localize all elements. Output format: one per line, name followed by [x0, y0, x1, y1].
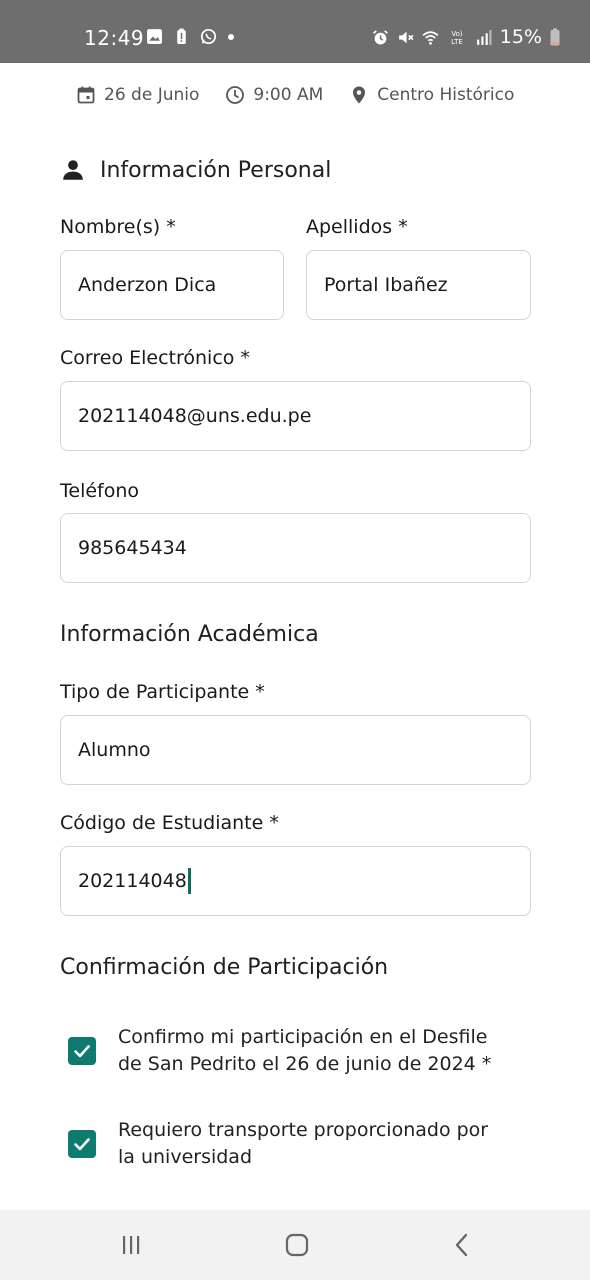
phone-label: Teléfono: [60, 480, 140, 502]
transport-request-checkbox[interactable]: [68, 1130, 96, 1158]
student-code-value: 202114048: [78, 870, 187, 892]
image-icon: [147, 29, 162, 44]
svg-text:LTE: LTE: [451, 38, 463, 46]
recent-apps-icon: [123, 1236, 140, 1254]
wifi-icon: [422, 30, 439, 45]
dot-icon: [228, 33, 234, 40]
whatsapp-icon: [200, 28, 217, 45]
personal-info-header: Información Personal: [60, 157, 331, 183]
first-name-value: Anderzon Dica: [78, 274, 217, 296]
participant-type-value: Alumno: [78, 739, 151, 761]
first-name-label: Nombre(s) *: [60, 216, 176, 238]
battery-alert-icon: [177, 28, 186, 44]
transport-request-row[interactable]: Requiero transporte proporcionado por la…: [68, 1117, 538, 1171]
home-button[interactable]: [280, 1230, 314, 1260]
status-notification-icons: [146, 28, 235, 45]
participant-type-label: Tipo de Participante *: [60, 681, 265, 703]
transport-request-label: Requiero transporte proporcionado por la…: [118, 1117, 488, 1171]
event-date: 26 de Junio: [76, 85, 199, 105]
home-icon: [285, 1233, 309, 1257]
event-time: 9:00 AM: [225, 85, 323, 105]
phone-input[interactable]: 985645434: [60, 513, 531, 583]
back-button[interactable]: [445, 1230, 479, 1260]
confirm-participation-line1: Confirmo mi participación en el Desfile: [118, 1026, 488, 1048]
personal-info-title: Información Personal: [100, 157, 332, 183]
phone-value: 985645434: [78, 537, 187, 559]
academic-info-title: Información Académica: [60, 622, 319, 647]
email-value: 202114048@uns.edu.pe: [78, 405, 312, 427]
system-nav-bar: [0, 1210, 590, 1280]
last-name-input[interactable]: Portal Ibañez: [306, 250, 531, 320]
back-icon: [455, 1233, 468, 1257]
volte-icon: Vo)LTE: [451, 30, 463, 46]
text-cursor: [187, 868, 191, 894]
checkmark-icon: [74, 1045, 90, 1058]
student-code-label: Código de Estudiante *: [60, 812, 279, 834]
participant-type-select[interactable]: Alumno: [60, 715, 531, 785]
svg-text:Vo): Vo): [451, 30, 463, 38]
clock-icon: [226, 86, 245, 104]
email-label: Correo Electrónico *: [60, 347, 250, 369]
first-name-input[interactable]: Anderzon Dica: [60, 250, 284, 320]
confirm-participation-label: Confirmo mi participación en el Desfile …: [118, 1024, 491, 1078]
event-meta-row: 26 de Junio 9:00 AM Centro Histórico: [76, 80, 550, 110]
mute-icon: [398, 31, 414, 43]
checkmark-icon: [74, 1138, 90, 1151]
last-name-value: Portal Ibañez: [324, 274, 448, 296]
event-location-label: Centro Histórico: [377, 85, 515, 105]
event-location: Centro Histórico: [349, 85, 514, 105]
signal-icon: [476, 29, 492, 45]
battery-icon: [550, 28, 560, 46]
event-date-label: 26 de Junio: [104, 85, 200, 105]
recent-apps-button[interactable]: [114, 1230, 148, 1260]
status-bar: 12:49 Vo) LTE 15%: [0, 0, 590, 63]
confirmation-title: Confirmación de Participación: [60, 955, 389, 980]
transport-request-line2: la universidad: [118, 1146, 253, 1168]
location-pin-icon: [353, 86, 366, 104]
event-time-label: 9:00 AM: [253, 85, 324, 105]
alarm-icon: [372, 29, 388, 44]
confirm-participation-checkbox[interactable]: [68, 1037, 96, 1065]
last-name-label: Apellidos *: [306, 216, 408, 238]
calendar-icon: [77, 86, 95, 104]
confirm-participation-line2: de San Pedrito el 26 de junio de 2024 *: [118, 1053, 492, 1075]
confirm-participation-row[interactable]: Confirmo mi participación en el Desfile …: [68, 1024, 538, 1078]
transport-request-line1: Requiero transporte proporcionado por: [118, 1119, 489, 1141]
status-time: 12:49: [84, 26, 145, 50]
status-system-icons: Vo) LTE 15%: [372, 26, 560, 48]
person-icon: [63, 160, 83, 180]
battery-percentage: 15%: [499, 26, 542, 48]
email-input[interactable]: 202114048@uns.edu.pe: [60, 381, 531, 451]
student-code-input[interactable]: 202114048: [60, 846, 531, 916]
